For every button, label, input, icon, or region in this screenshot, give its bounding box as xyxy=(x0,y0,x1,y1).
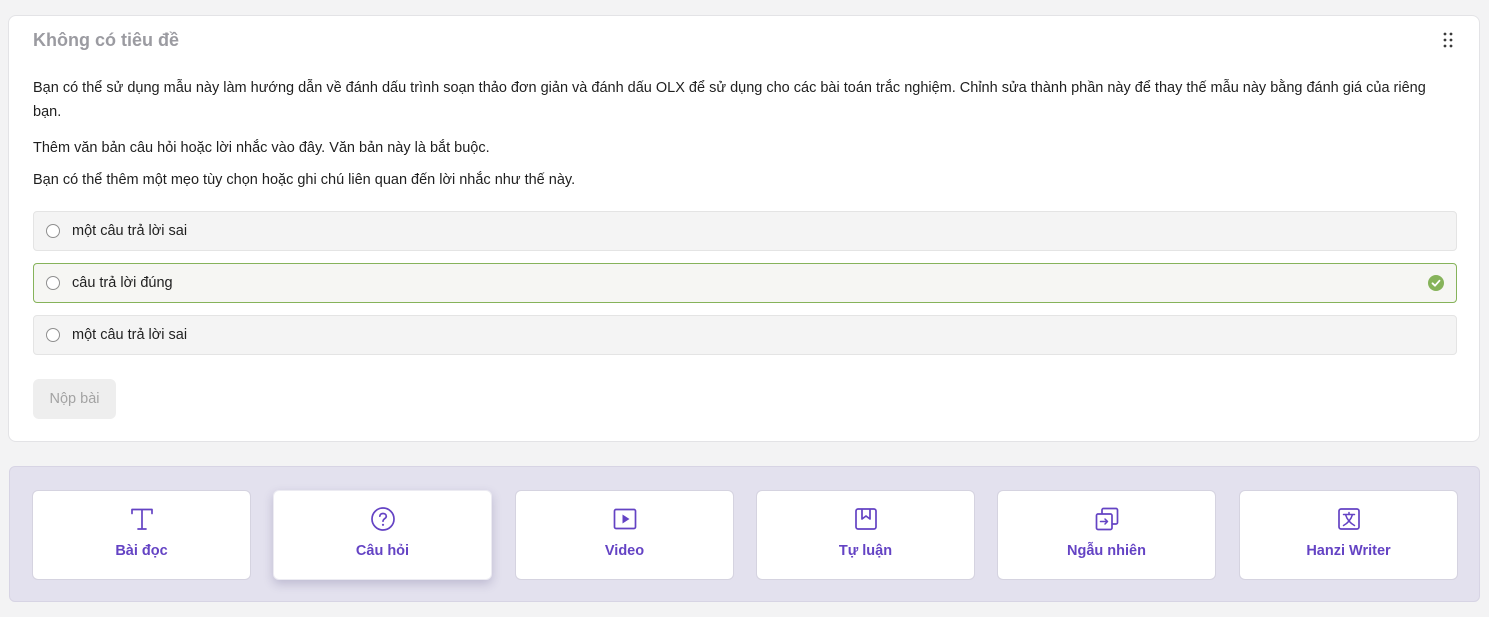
submit-button[interactable]: Nộp bài xyxy=(33,379,116,419)
tool-label: Ngẫu nhiên xyxy=(1067,543,1146,559)
question-circle-icon xyxy=(370,507,395,531)
tool-label: Bài đọc xyxy=(115,543,168,559)
answer-option-label: một câu trả lời sai xyxy=(72,223,188,239)
answer-option-2[interactable]: câu trả lời đúng xyxy=(33,263,1457,303)
answer-option-3[interactable]: một câu trả lời sai xyxy=(33,315,1457,355)
add-component-toolbar: Bài đọc Câu hỏi Video Tự luận Ngẫu nhiên xyxy=(9,466,1480,602)
question-prompt: Thêm văn bản câu hỏi hoặc lời nhắc vào đ… xyxy=(33,140,490,156)
answer-option-label: một câu trả lời sai xyxy=(72,327,188,343)
tool-label: Tự luận xyxy=(838,543,893,559)
radio-button[interactable] xyxy=(46,224,60,238)
radio-button[interactable] xyxy=(46,276,60,290)
answer-option-label: câu trả lời đúng xyxy=(72,275,173,291)
add-text-button[interactable]: Bài đọc xyxy=(32,490,251,580)
problem-block-card: Không có tiêu đề Bạn có thể sử dụng mẫu … xyxy=(8,15,1480,442)
answer-option-1[interactable]: một câu trả lời sai xyxy=(33,211,1457,251)
add-video-button[interactable]: Video xyxy=(515,490,734,580)
block-title: Không có tiêu đề xyxy=(33,30,179,50)
shuffle-icon xyxy=(1095,507,1118,531)
add-randomized-button[interactable]: Ngẫu nhiên xyxy=(997,490,1216,580)
add-problem-button[interactable]: Câu hỏi xyxy=(273,490,492,580)
radio-button[interactable] xyxy=(46,328,60,342)
tool-label: Video xyxy=(604,543,645,559)
intro-paragraph: Bạn có thể sử dụng mẫu này làm hướng dẫn… xyxy=(33,80,1426,120)
play-video-icon xyxy=(613,508,636,530)
tool-label: Câu hỏi xyxy=(355,543,410,559)
add-essay-button[interactable]: Tự luận xyxy=(756,490,975,580)
check-circle-icon xyxy=(1428,275,1444,291)
add-hanzi-writer-button[interactable]: Hanzi Writer xyxy=(1239,490,1458,580)
tool-label: Hanzi Writer xyxy=(1306,543,1391,559)
translate-icon xyxy=(1337,508,1360,530)
drag-handle-icon[interactable] xyxy=(1443,32,1453,48)
bookmark-icon xyxy=(854,508,877,530)
text-icon xyxy=(130,508,153,530)
hint-paragraph: Bạn có thể thêm một mẹo tùy chọn hoặc gh… xyxy=(33,172,576,188)
